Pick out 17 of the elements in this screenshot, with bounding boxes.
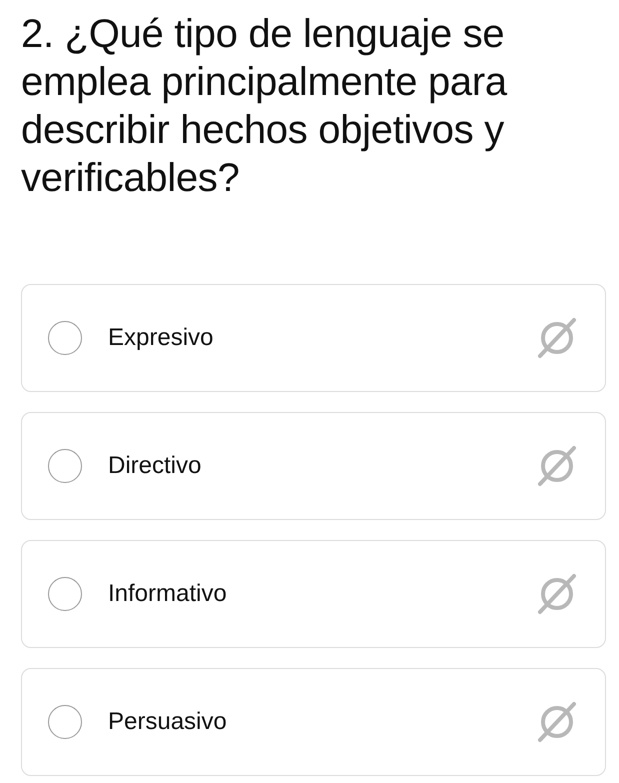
option-label: Informativo [108,580,228,608]
radio-button[interactable] [48,705,82,739]
strikethrough-circle-icon[interactable] [535,572,579,616]
question-text: 2. ¿Qué tipo de lenguaje se emplea principalmente para describir hechos objetivos y verificables? [21,11,508,202]
strikethrough-circle-icon[interactable] [535,316,579,360]
answer-option[interactable]: Informativo [21,540,606,648]
radio-button[interactable] [48,321,82,355]
strikethrough-circle-icon[interactable] [535,444,579,488]
answer-option[interactable]: Persuasivo [21,668,606,776]
radio-button[interactable] [48,449,82,483]
answer-option[interactable]: Directivo [21,412,606,520]
radio-button[interactable] [48,577,82,611]
option-label: Expresivo [108,324,214,352]
option-label: Directivo [108,452,202,480]
answer-option[interactable]: Expresivo [21,284,606,392]
strikethrough-circle-icon[interactable] [535,700,579,744]
option-label: Persuasivo [108,708,228,736]
